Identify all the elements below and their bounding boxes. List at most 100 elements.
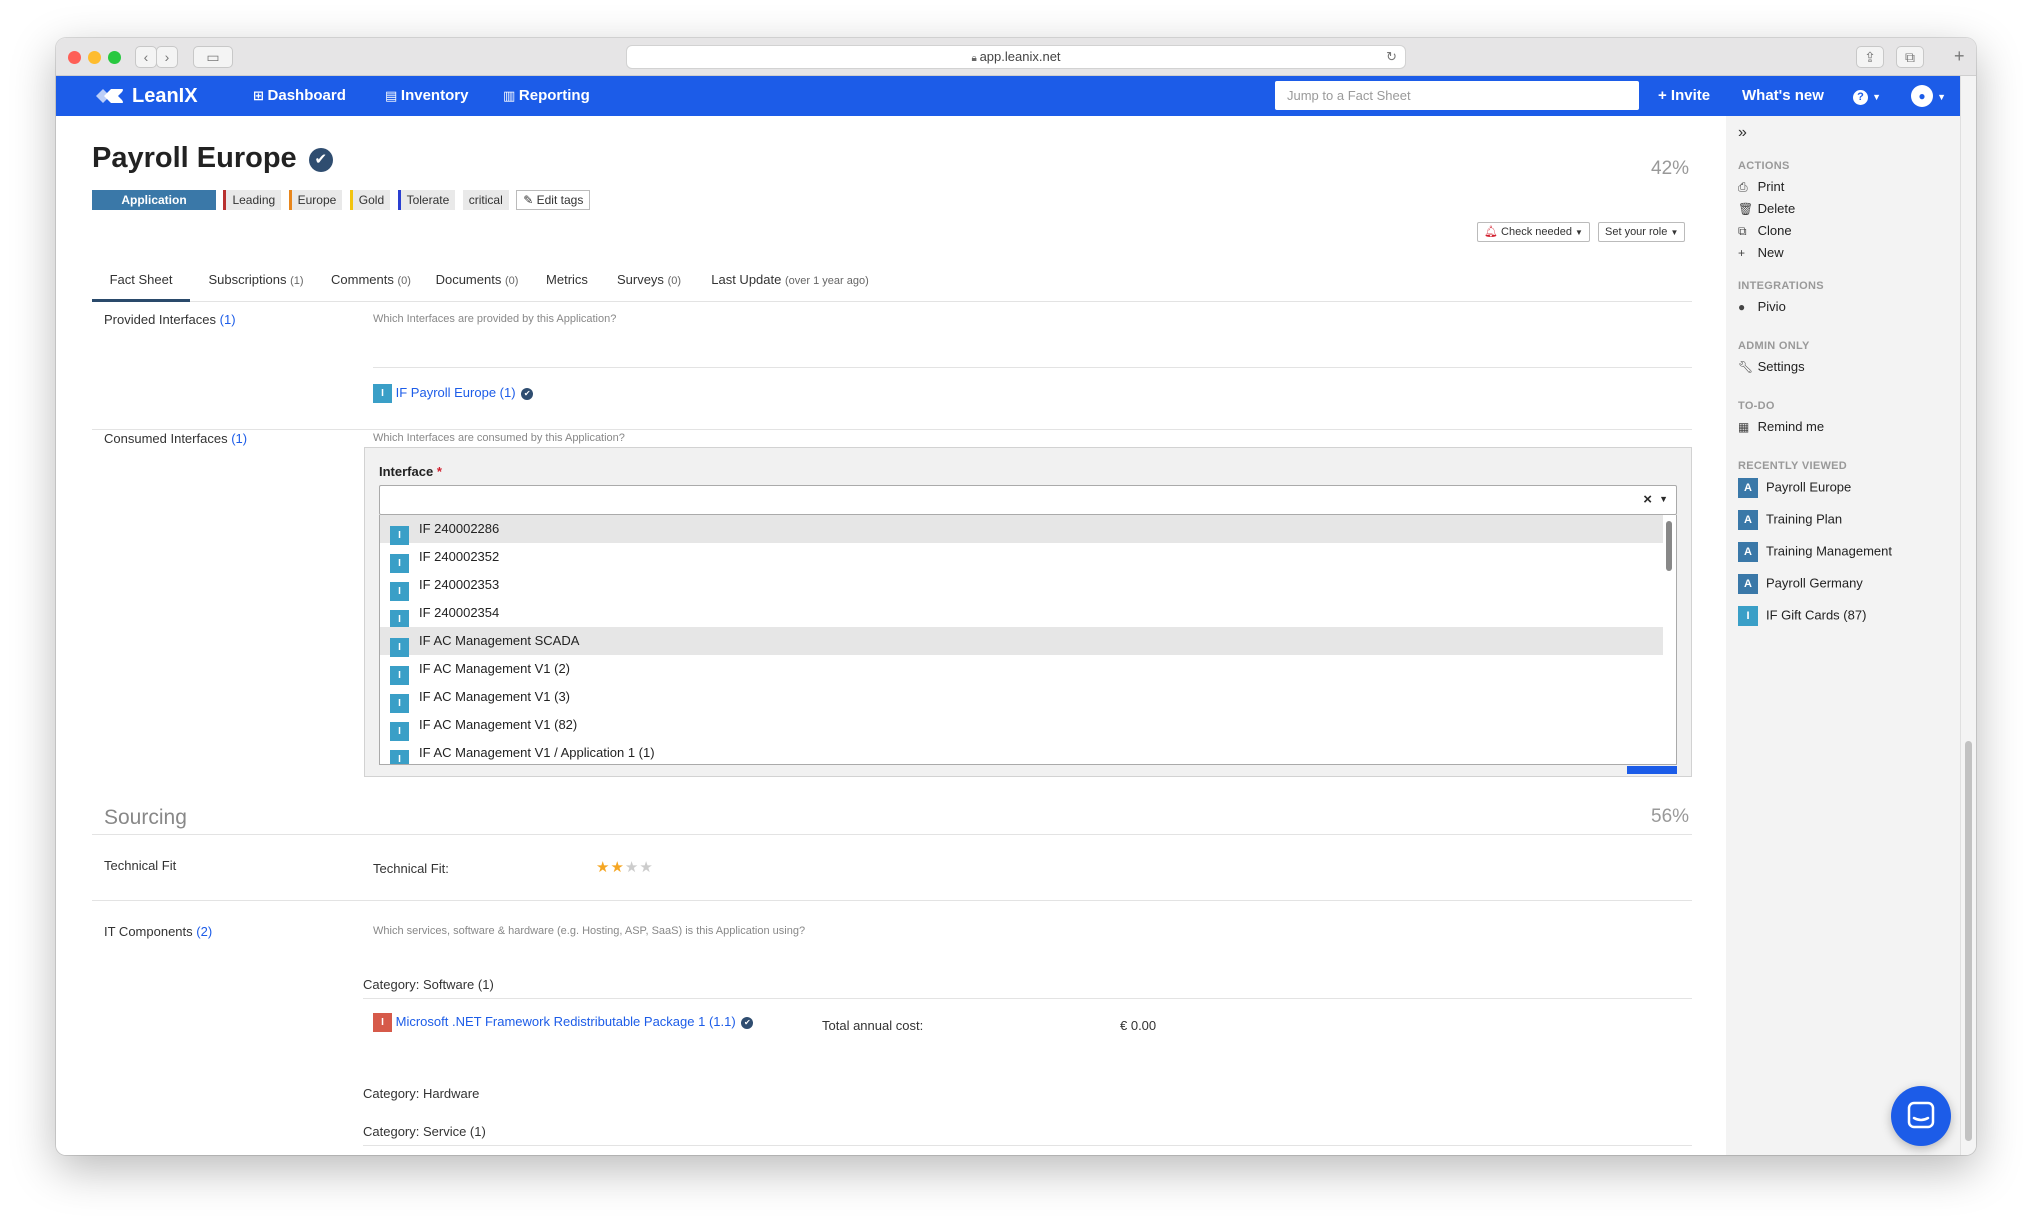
application-badge: A [1738, 542, 1758, 562]
verified-icon: ✔ [741, 1016, 754, 1029]
dropdown-option[interactable]: I IF 240002353 [380, 571, 1663, 601]
leanix-logo[interactable]: LeanIX [94, 85, 198, 107]
total-annual-cost-label: Total annual cost: [822, 1018, 924, 1033]
tag-gold[interactable]: Gold [349, 190, 391, 210]
tabs-overview-icon[interactable]: ⧉ [1896, 46, 1924, 68]
divider [92, 900, 1692, 901]
zoom-window-button[interactable] [108, 51, 121, 64]
brand-name: LeanIX [132, 85, 198, 107]
provided-interfaces-label: Provided Interfaces (1) [104, 312, 236, 327]
new-tab-icon[interactable]: + [1954, 46, 1965, 67]
edit-tags-button[interactable]: ✎ Edit tags [516, 190, 591, 210]
calendar-icon: ▦ [1738, 420, 1750, 434]
nav-reporting-label: Reporting [518, 87, 590, 104]
help-menu[interactable]: ? ▼ [1853, 76, 1881, 116]
invite-button[interactable]: + Invite [1658, 76, 1710, 116]
nav-dashboard[interactable]: ⊞ Dashboard [253, 76, 346, 116]
tab-count: (1) [290, 275, 304, 287]
print-action[interactable]: ⎙ Print [1738, 179, 1784, 195]
star-icon[interactable]: ★ [639, 859, 653, 876]
dropdown-option[interactable]: I IF 240002354 [380, 599, 1663, 629]
tag-europe[interactable]: Europe [288, 190, 343, 210]
tab-comments[interactable]: Comments (0) [326, 264, 416, 302]
technical-fit-rating[interactable]: ★★★★ [596, 858, 654, 877]
trash-icon: 🗑︎ [1738, 202, 1754, 216]
dropdown-option[interactable]: I IF AC Management V1 (2) [380, 655, 1663, 685]
delete-action[interactable]: 🗑︎ Delete [1738, 201, 1795, 216]
save-button[interactable] [1627, 766, 1677, 774]
tag-leading[interactable]: Leading [223, 190, 282, 210]
section-label-text: Provided Interfaces [104, 312, 217, 327]
user-menu[interactable]: ● ▼ [1911, 76, 1946, 116]
integrations-heading: INTEGRATIONS [1738, 280, 1824, 292]
interface-badge: I [373, 384, 392, 403]
tab-fact-sheet[interactable]: Fact Sheet [92, 264, 190, 302]
option-label: IF AC Management V1 (2) [419, 661, 571, 676]
verified-icon: ✔ [521, 387, 534, 400]
chevron-down-icon[interactable]: ▼ [1659, 494, 1668, 504]
dropdown-option[interactable]: I IF AC Management V1 / Application 1 (1) [380, 739, 1663, 764]
clear-icon[interactable]: × [1643, 491, 1652, 508]
option-label: IF AC Management V1 (3) [419, 689, 571, 704]
recent-item[interactable]: A Payroll Europe [1738, 478, 1851, 498]
star-icon[interactable]: ★ [610, 859, 624, 876]
collapse-sidebar-icon[interactable]: » [1738, 124, 1747, 142]
dropdown-option[interactable]: I IF 240002352 [380, 543, 1663, 573]
set-role-button[interactable]: Set your role ▼ [1598, 222, 1686, 242]
share-icon[interactable]: ⇪ [1856, 46, 1884, 68]
check-needed-label: Check needed [1501, 226, 1572, 238]
dropdown-scrollbar[interactable] [1666, 521, 1672, 571]
settings-label: Settings [1757, 359, 1805, 374]
tag-critical[interactable]: critical [462, 190, 509, 210]
type-tag[interactable]: Application [92, 190, 216, 210]
tab-documents[interactable]: Documents (0) [431, 264, 523, 302]
recent-item[interactable]: A Training Plan [1738, 510, 1842, 530]
settings-action[interactable]: 🔧︎ Settings [1738, 359, 1805, 374]
back-icon[interactable]: ‹ [135, 46, 157, 68]
page-scrollbar-thumb[interactable] [1965, 741, 1972, 1141]
chevron-down-icon: ▼ [1670, 228, 1679, 237]
software-component-link[interactable]: I Microsoft .NET Framework Redistributab… [373, 1013, 754, 1032]
tab-metrics[interactable]: Metrics [538, 264, 596, 302]
clone-action[interactable]: ⧉ Clone [1738, 223, 1792, 239]
sidebar-toggle-icon[interactable]: ▭ [193, 46, 233, 68]
interface-badge: I [1738, 606, 1758, 626]
browser-window: ‹ › ▭ 🔒︎ app.leanix.net ↻ ⇪ ⧉ + LeanIX ⊞ … [56, 38, 1976, 1155]
address-bar[interactable]: 🔒︎ app.leanix.net ↻ [626, 45, 1406, 69]
fact-sheet-main: Payroll Europe ✔ 42% Application Leading… [56, 116, 1726, 1155]
tab-label: Comments [331, 272, 394, 287]
tag-tolerate[interactable]: Tolerate [397, 190, 456, 210]
technical-fit-label: Technical Fit [104, 858, 177, 873]
recent-item-label: Training Plan [1766, 511, 1843, 527]
interface-select[interactable]: × ▼ [379, 485, 1677, 515]
dropdown-option[interactable]: I IF AC Management SCADA [380, 627, 1663, 657]
provided-interface-link[interactable]: I IF Payroll Europe (1) ✔ [373, 384, 534, 403]
nav-reporting[interactable]: ▥ Reporting [503, 76, 590, 116]
tab-surveys[interactable]: Surveys (0) [612, 264, 686, 302]
tab-last-update[interactable]: Last Update (over 1 year ago) [704, 264, 876, 302]
consumed-interfaces-label: Consumed Interfaces (1) [104, 431, 247, 446]
option-label: IF AC Management SCADA [419, 633, 580, 648]
forward-icon[interactable]: › [156, 46, 178, 68]
star-icon[interactable]: ★ [596, 859, 610, 876]
nav-inventory[interactable]: ▤ Inventory [385, 76, 468, 116]
reload-icon[interactable]: ↻ [1386, 46, 1397, 68]
fact-sheet-search-input[interactable]: Jump to a Fact Sheet [1275, 81, 1639, 110]
chat-launcher-button[interactable] [1891, 1086, 1951, 1146]
recent-item[interactable]: A Training Management [1738, 542, 1892, 562]
check-needed-button[interactable]: 🔔︎ Check needed ▼ [1477, 222, 1590, 242]
recent-item[interactable]: I IF Gift Cards (87) [1738, 606, 1866, 626]
star-icon[interactable]: ★ [625, 859, 639, 876]
tab-subscriptions[interactable]: Subscriptions (1) [206, 264, 306, 302]
pivio-integration[interactable]: ● Pivio [1738, 299, 1786, 314]
remind-me-action[interactable]: ▦ Remind me [1738, 419, 1824, 434]
page-scrollbar[interactable] [1960, 76, 1976, 1155]
dropdown-option[interactable]: I IF 240002286 [380, 515, 1663, 545]
dropdown-option[interactable]: I IF AC Management V1 (82) [380, 711, 1663, 741]
minimize-window-button[interactable] [88, 51, 101, 64]
dropdown-option[interactable]: I IF AC Management V1 (3) [380, 683, 1663, 713]
new-action[interactable]: + New [1738, 245, 1784, 260]
recent-item[interactable]: A Payroll Germany [1738, 574, 1863, 594]
whats-new-button[interactable]: What's new [1742, 76, 1824, 116]
close-window-button[interactable] [68, 51, 81, 64]
